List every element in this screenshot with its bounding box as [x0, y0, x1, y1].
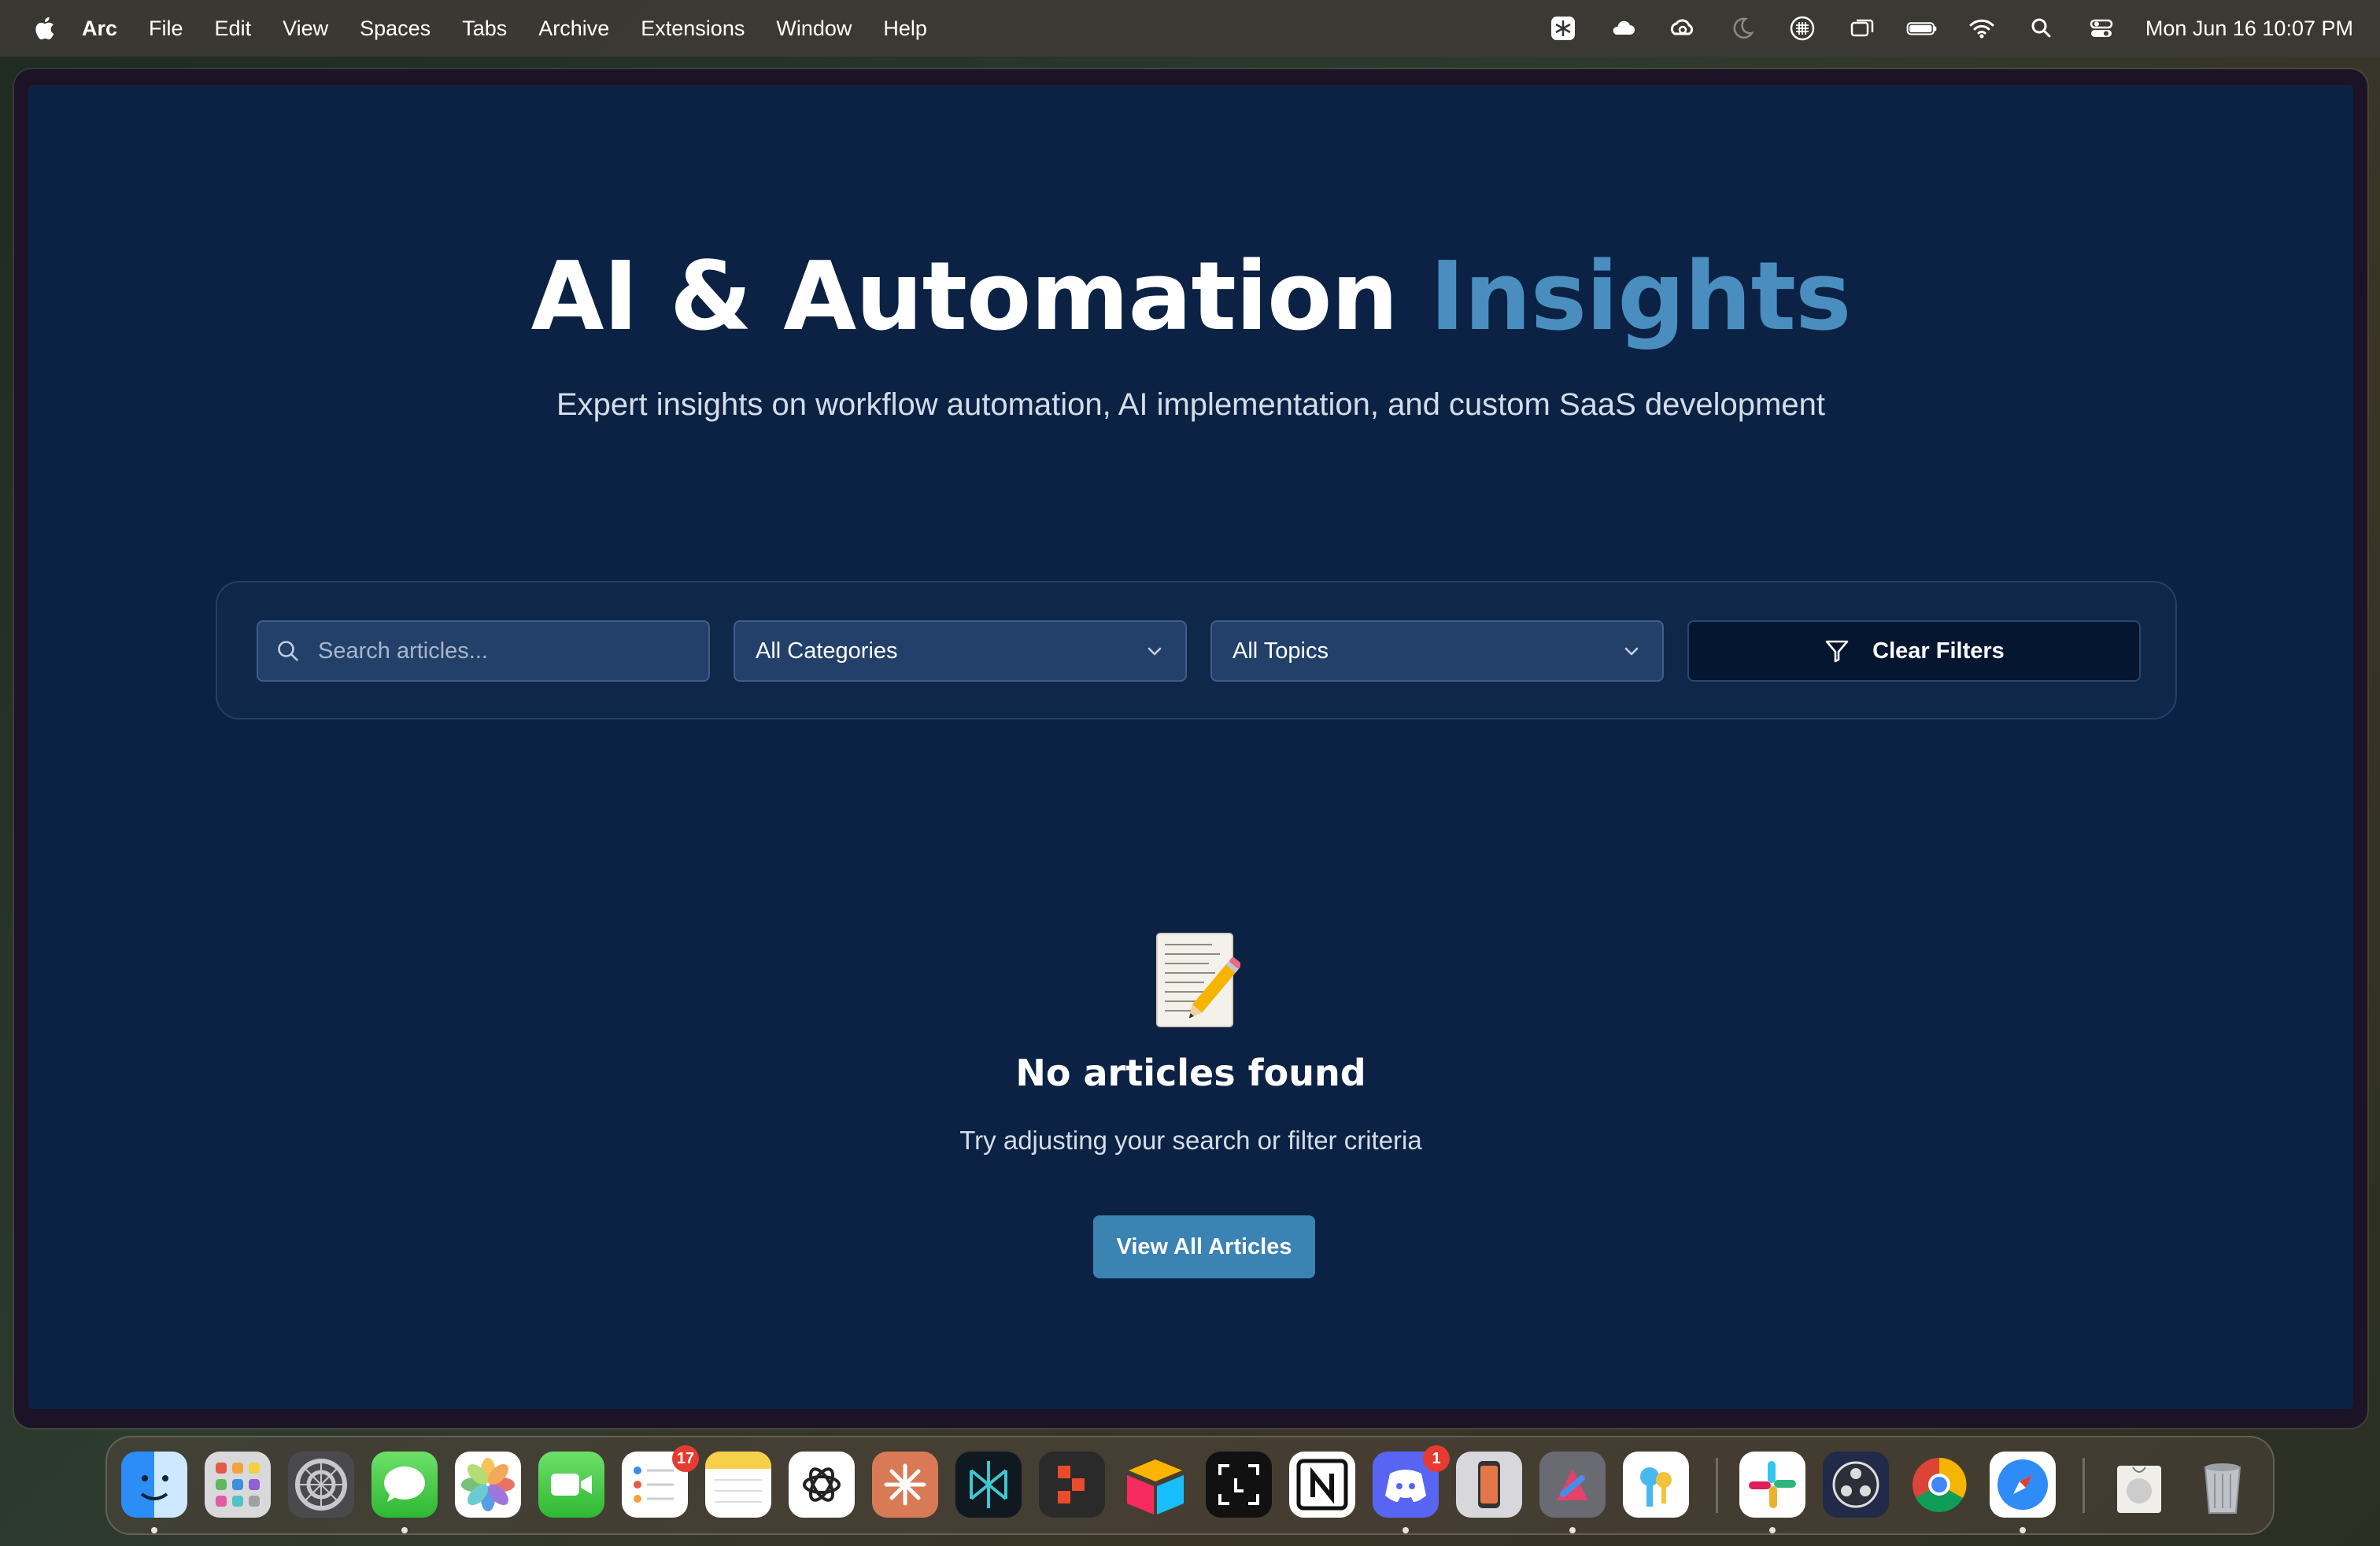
window-icon[interactable]: [1846, 13, 1878, 44]
dock-separator: [2082, 1458, 2085, 1513]
notes-icon[interactable]: [705, 1452, 771, 1518]
browser-window: AI & Automation Insights Expert insights…: [14, 69, 2367, 1428]
menu-view[interactable]: View: [283, 17, 328, 41]
discord-badge: 1: [1423, 1445, 1450, 1472]
notion-icon[interactable]: [1289, 1452, 1355, 1518]
system-settings-icon[interactable]: [288, 1452, 354, 1518]
chrome-icon[interactable]: [1906, 1452, 1972, 1518]
airtable-icon[interactable]: [1122, 1452, 1188, 1518]
creative-app-icon[interactable]: [1539, 1452, 1606, 1518]
perplexity-app-icon[interactable]: [955, 1452, 1022, 1518]
running-indicator: [151, 1527, 157, 1533]
page-content: AI & Automation Insights Expert insights…: [28, 85, 2353, 1409]
menu-bar-left: Arc File Edit View Spaces Tabs Archive E…: [0, 0, 959, 57]
search-icon: [278, 641, 298, 661]
view-all-articles-button[interactable]: View All Articles: [1093, 1215, 1315, 1278]
page-subtitle: Expert insights on workflow automation, …: [556, 387, 1825, 422]
cloud-icon[interactable]: [1607, 13, 1639, 44]
memo-icon: [1156, 933, 1240, 1027]
menu-extensions[interactable]: Extensions: [641, 17, 745, 41]
menu-help[interactable]: Help: [883, 17, 927, 41]
menu-app-name[interactable]: Arc: [82, 17, 117, 41]
dock-separator: [1716, 1458, 1718, 1513]
page-title-accent: Insights: [1429, 242, 1852, 352]
empty-state-title: No articles found: [1015, 1052, 1366, 1094]
empty-state-subtitle: Try adjusting your search or filter crit…: [959, 1126, 1422, 1155]
menu-spaces[interactable]: Spaces: [360, 17, 431, 41]
creative-cloud-icon[interactable]: [1667, 13, 1698, 44]
filter-icon: [1825, 640, 1849, 663]
launchpad-icon[interactable]: [205, 1452, 271, 1518]
search-input[interactable]: [316, 637, 708, 665]
safari-icon[interactable]: [1990, 1452, 2056, 1518]
grid-icon[interactable]: [1787, 13, 1818, 44]
category-select-label: All Categories: [756, 638, 898, 664]
clear-filters-label: Clear Filters: [1872, 638, 2005, 664]
menu-file[interactable]: File: [149, 17, 183, 41]
messages-icon[interactable]: [371, 1452, 438, 1518]
dock: 17 1: [105, 1436, 2275, 1535]
moon-icon[interactable]: [1727, 13, 1758, 44]
finder-icon[interactable]: [121, 1452, 187, 1518]
topic-select-label: All Topics: [1232, 638, 1329, 664]
category-select[interactable]: All Categories: [734, 620, 1187, 682]
search-field[interactable]: [257, 620, 710, 682]
menu-clock[interactable]: Mon Jun 16 10:07 PM: [2145, 17, 2353, 41]
filter-panel: All Categories All Topics Clear Filters: [216, 581, 2177, 719]
obs-icon[interactable]: [1823, 1452, 1889, 1518]
chatgpt-icon[interactable]: [789, 1452, 855, 1518]
running-indicator: [1569, 1527, 1576, 1533]
claude-icon[interactable]: [872, 1452, 938, 1518]
running-indicator: [401, 1527, 408, 1533]
menu-bar: Arc File Edit View Spaces Tabs Archive E…: [0, 0, 2380, 57]
apple-icon[interactable]: [31, 15, 55, 42]
running-indicator: [1402, 1527, 1409, 1533]
menu-tabs[interactable]: Tabs: [462, 17, 507, 41]
page-title-main: AI & Automation: [530, 242, 1399, 352]
slack-icon[interactable]: [1739, 1452, 1805, 1518]
screenshot-icon[interactable]: [1206, 1452, 1272, 1518]
menu-edit[interactable]: Edit: [215, 17, 252, 41]
page-title: AI & Automation Insights: [28, 242, 2353, 352]
n8n-icon[interactable]: [1039, 1452, 1105, 1518]
clear-filters-button[interactable]: Clear Filters: [1687, 620, 2141, 682]
iphone-mirroring-icon[interactable]: [1456, 1452, 1522, 1518]
wifi-icon[interactable]: [1966, 13, 1998, 44]
downloads-stack-icon[interactable]: [2106, 1452, 2172, 1518]
passwords-icon[interactable]: [1623, 1452, 1689, 1518]
photos-icon[interactable]: [455, 1452, 521, 1518]
menu-bar-status: Mon Jun 16 10:07 PM: [1547, 0, 2353, 57]
trash-icon[interactable]: [2190, 1452, 2256, 1518]
search-icon[interactable]: [2026, 13, 2057, 44]
running-indicator: [2020, 1527, 2026, 1533]
menu-archive[interactable]: Archive: [538, 17, 609, 41]
chevron-down-icon: [1148, 647, 1162, 656]
facetime-icon[interactable]: [538, 1452, 604, 1518]
perplexity-icon[interactable]: [1547, 13, 1579, 44]
running-indicator: [1769, 1527, 1776, 1533]
topic-select[interactable]: All Topics: [1210, 620, 1664, 682]
control-center-icon[interactable]: [2086, 13, 2117, 44]
chevron-down-icon: [1624, 647, 1639, 656]
battery-icon[interactable]: [1906, 13, 1938, 44]
menu-window[interactable]: Window: [776, 17, 852, 41]
reminders-badge: 17: [672, 1445, 699, 1472]
